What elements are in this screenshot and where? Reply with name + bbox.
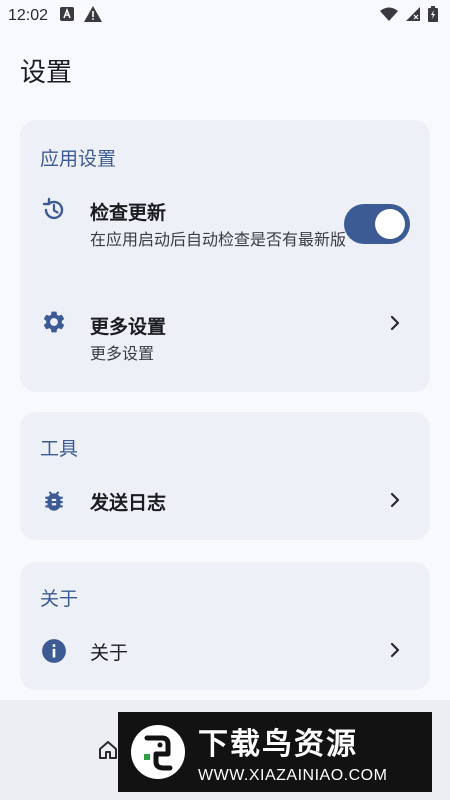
check-update-subtitle: 在应用启动后自动检查是否有最新版 <box>90 230 347 249</box>
auto-update-toggle[interactable] <box>344 204 410 244</box>
tools-card: 工具 发送日志 <box>20 412 430 540</box>
a-square-icon <box>60 7 75 25</box>
battery-icon <box>428 6 438 26</box>
check-update-title: 检查更新 <box>90 202 167 224</box>
section-header-tools: 工具 <box>40 438 79 460</box>
about-row[interactable]: 关于 <box>20 626 430 676</box>
chevron-right-icon <box>388 492 402 508</box>
wifi-icon <box>380 7 398 25</box>
status-time: 12:02 <box>8 7 49 24</box>
more-settings-row[interactable]: 更多设置 更多设置 <box>20 304 430 372</box>
section-header-about: 关于 <box>40 588 79 610</box>
chevron-right-icon <box>388 642 402 658</box>
watermark-banner: 下载鸟资源 WWW.XIAZAINIAO.COM <box>118 712 432 792</box>
bug-icon <box>40 487 68 515</box>
watermark-url: WWW.XIAZAINIAO.COM <box>198 767 388 784</box>
about-title: 关于 <box>90 642 129 664</box>
send-log-row[interactable]: 发送日志 <box>20 476 430 526</box>
page-title: 设置 <box>20 58 73 88</box>
more-settings-title: 更多设置 <box>90 316 167 338</box>
status-bar: 12:02 <box>0 0 450 32</box>
chevron-right-icon <box>388 315 402 331</box>
history-icon <box>40 196 68 224</box>
watermark-title: 下载鸟资源 <box>198 727 358 762</box>
home-icon[interactable] <box>98 740 118 764</box>
app-settings-card: 应用设置 检查更新 在应用启动后自动检查是否有最新版 更多设置 更多设置 <box>20 120 430 392</box>
warning-icon <box>84 6 103 26</box>
toggle-knob <box>375 209 405 239</box>
send-log-title: 发送日志 <box>90 492 167 514</box>
signal-icon <box>406 7 420 25</box>
about-card: 关于 关于 <box>20 562 430 690</box>
info-icon <box>40 637 68 665</box>
section-header-app-settings: 应用设置 <box>40 148 117 170</box>
gear-icon <box>40 308 68 336</box>
more-settings-subtitle: 更多设置 <box>90 344 155 363</box>
bird-logo-icon <box>128 722 188 782</box>
